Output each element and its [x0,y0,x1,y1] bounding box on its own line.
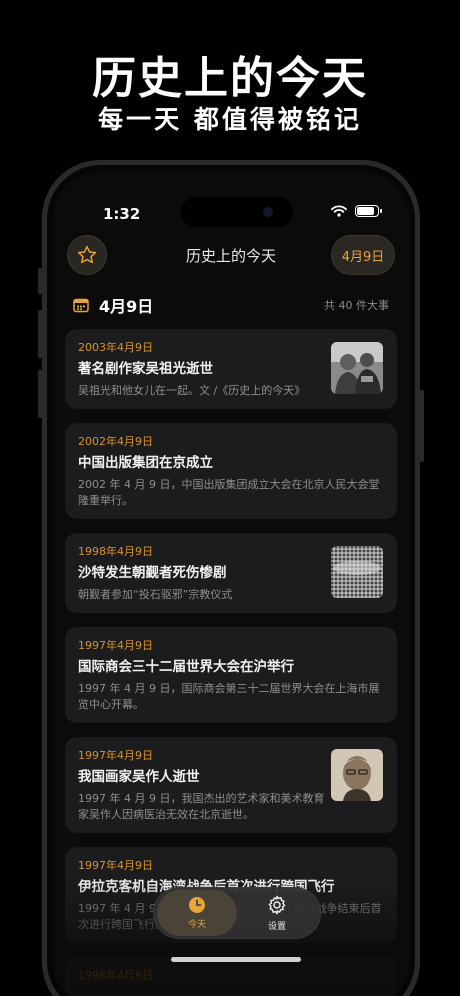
wifi-icon [331,205,347,217]
status-time: 1:32 [103,205,141,223]
event-date: 1997年4月9日 [78,749,153,762]
promo-subtitle: 每一天 都值得被铭记 [98,105,362,134]
event-photo [331,342,383,394]
event-description: 1997 年 4 月 9 日，国际商会第三十二届世界大会在上海市展览中心开幕。 [78,682,380,711]
event-date: 1998年4月9日 [78,545,153,558]
dynamic-island [181,197,293,227]
event-card[interactable]: 2003年4月9日 著名剧作家吴祖光逝世 吴祖光和他女儿在一起。文 /《历史上的… [65,329,397,409]
event-title: 我国画家吴作人逝世 [78,769,200,785]
home-indicator [171,957,301,962]
gear-icon [268,895,286,915]
section-date: 4月9日 [99,297,154,316]
tab-today-label: 今天 [187,920,206,930]
volume-down-button [38,370,43,418]
event-date: 2003年4月9日 [78,341,153,354]
event-date: 1998年4月9日 [78,969,153,982]
power-button [419,390,424,462]
section-header: 4月9日 共 40 件大事 [73,293,389,317]
event-description: 朝觐者参加“投石驱邪”宗教仪式 [78,588,233,601]
promo-title: 历史上的今天 [92,53,368,104]
event-card[interactable]: 1998年4月9日 沙特发生朝觐者死伤惨剧 朝觐者参加“投石驱邪”宗教仪式 [65,533,397,613]
date-picker-button[interactable]: 4月9日 [331,235,395,275]
tab-settings[interactable]: 设置 [237,890,317,936]
battery-icon [355,205,382,217]
phone-frame: 1:32 历史上的今天 4月9日 4月9日 共 40 件大事 2003年4月9日… [38,160,424,996]
event-description: 吴祖光和他女儿在一起。文 /《历史上的今天》 [78,384,306,397]
tab-settings-label: 设置 [267,922,286,932]
calendar-icon [73,298,89,313]
app-screen: 1:32 历史上的今天 4月9日 4月9日 共 40 件大事 2003年4月9日… [53,171,409,996]
tab-bar: 今天 设置 [153,887,321,939]
event-photo [331,546,383,598]
event-count: 共 40 件大事 [324,299,389,312]
event-description: 1997 年 4 月 9 日，我国杰出的艺术家和美术教育家吴作人因病医治无效在北… [78,792,325,821]
event-card[interactable]: 2002年4月9日 中国出版集团在京成立 2002 年 4 月 9 日，中国出版… [65,423,397,519]
tab-today[interactable]: 今天 [157,890,237,936]
event-title: 沙特发生朝觐者死伤惨剧 [78,565,227,581]
event-description: 2002 年 4 月 9 日，中国出版集团成立大会在北京人民大会堂隆重举行。 [78,478,380,507]
event-photo [331,749,383,801]
event-date: 2002年4月9日 [78,435,153,448]
event-card[interactable]: 1998年4月9日 [65,957,397,996]
event-date: 1997年4月9日 [78,859,153,872]
event-title: 著名剧作家吴祖光逝世 [78,361,213,377]
clock-icon [189,897,205,913]
volume-up-button [38,310,43,358]
status-icons [331,205,382,217]
event-title: 中国出版集团在京成立 [78,455,213,471]
event-card[interactable]: 1997年4月9日 国际商会三十二届世界大会在沪举行 1997 年 4 月 9 … [65,627,397,723]
event-date: 1997年4月9日 [78,639,153,652]
event-card[interactable]: 1997年4月9日 我国画家吴作人逝世 1997 年 4 月 9 日，我国杰出的… [65,737,397,833]
event-title: 国际商会三十二届世界大会在沪举行 [78,659,294,675]
action-button [38,268,43,294]
